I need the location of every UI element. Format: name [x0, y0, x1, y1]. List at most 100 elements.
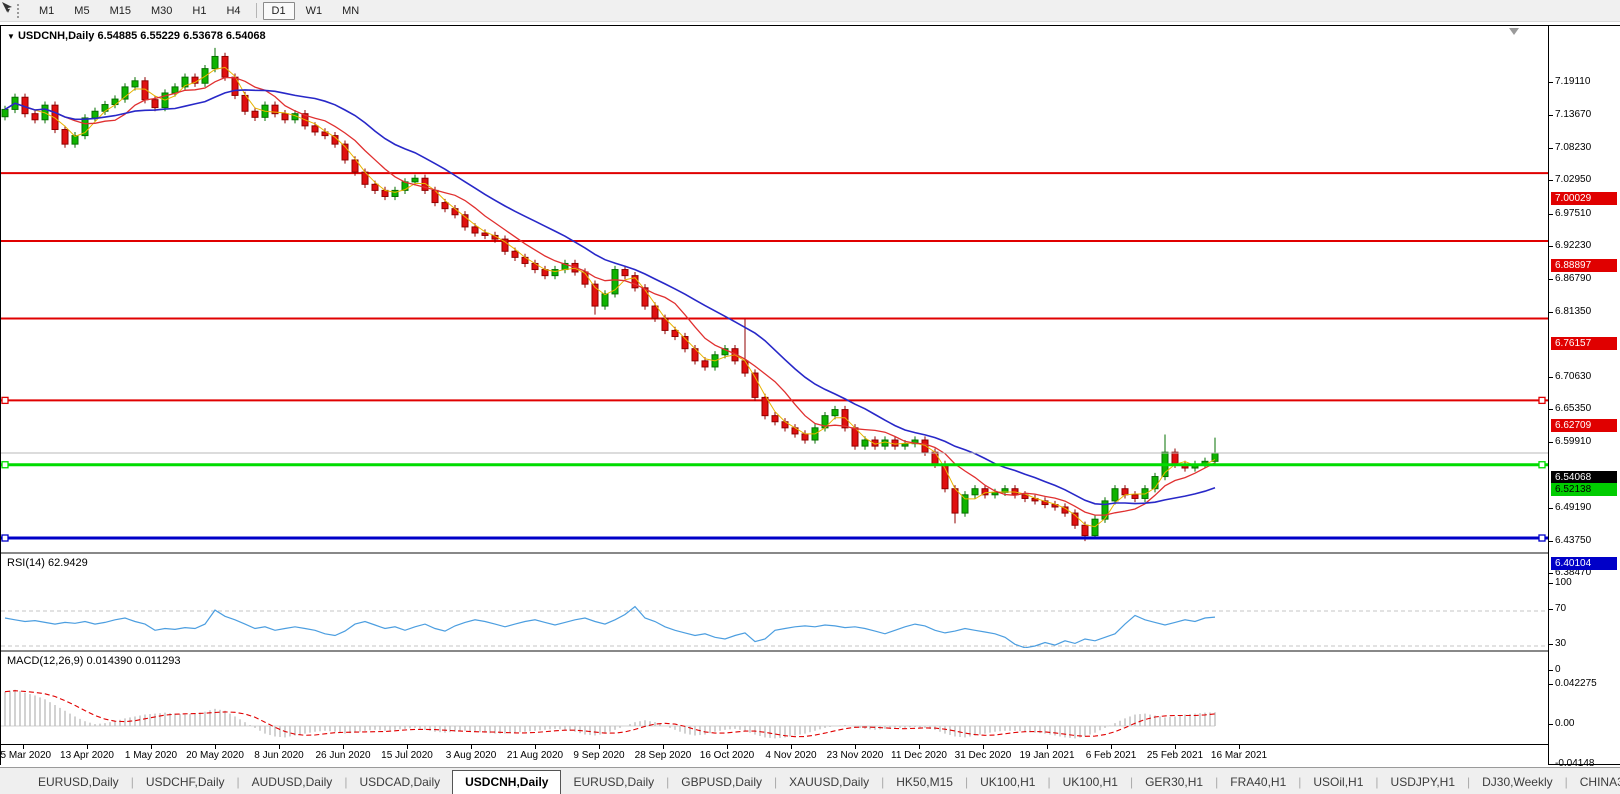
chart-tab-uk100-h1[interactable]: UK100,H1 [1051, 771, 1130, 794]
chart-tab-xauusd-daily[interactable]: XAUUSD,Daily [777, 771, 881, 794]
price-axis-label: 6.59910 [1555, 436, 1592, 448]
axis-tick [1549, 644, 1553, 645]
chart-ohlc-values: 6.54885 6.55229 6.53678 6.54068 [97, 30, 266, 42]
main-chart-panel[interactable]: ▼ USDCNH,Daily 6.54885 6.55229 6.53678 6… [1, 26, 1548, 550]
price-badge: 6.62709 [1551, 418, 1617, 432]
price-badge: 6.52138 [1551, 483, 1617, 497]
price-badge: 7.00029 [1551, 191, 1617, 205]
date-tick [151, 745, 152, 749]
chart-tab-usoil-h1[interactable]: USOil,H1 [1301, 771, 1375, 794]
date-tick [983, 745, 984, 749]
date-tick [727, 745, 728, 749]
date-tick [1239, 745, 1240, 749]
date-axis[interactable]: 25 Mar 2020 13 Apr 2020 1 May 2020 20 May 2… [0, 744, 1548, 765]
axis-tick [1549, 540, 1553, 542]
date-tick [663, 745, 664, 749]
toolbar-grip[interactable] [17, 3, 26, 18]
date-tick [471, 745, 472, 749]
date-label: 8 Jun 2020 [254, 750, 304, 761]
date-label: 20 May 2020 [186, 750, 244, 761]
timeframe-button-m15[interactable]: M15 [101, 2, 140, 20]
chart-tab-eurusd-daily[interactable]: EURUSD,Daily [561, 771, 666, 794]
rsi-axis-label: 0 [1555, 664, 1561, 676]
chart-tab-ger30-h1[interactable]: GER30,H1 [1133, 771, 1215, 794]
date-tick [1111, 745, 1112, 749]
date-tick [855, 745, 856, 749]
chart-tab-hk50-m15[interactable]: HK50,M15 [884, 771, 965, 794]
chart-tab-dj30-weekly[interactable]: DJ30,Weekly [1470, 771, 1564, 794]
price-axis-label: 7.02950 [1555, 174, 1592, 186]
timeframe-button-m1[interactable]: M1 [30, 2, 63, 20]
rsi-axis-label: 30 [1555, 638, 1567, 649]
timeframe-button-mn[interactable]: MN [333, 2, 368, 20]
chart-tab-china300-h1[interactable]: CHINA300,H1 [1568, 771, 1620, 794]
price-axis-label: 7.19110 [1555, 76, 1591, 87]
date-label: 11 Dec 2020 [891, 750, 947, 761]
cursor-tool-button[interactable]: ▾ [0, 2, 14, 15]
axis-tick [1549, 763, 1553, 765]
collapse-arrow-icon[interactable]: ▼ [7, 32, 15, 41]
chart-tab-bar: EURUSD,Daily | USDCHF,Daily | AUDUSD,Daily | U… [0, 767, 1620, 794]
price-axis[interactable]: 7.19110 7.13670 7.08230 7.02950 6.97510 6.922… [1548, 26, 1620, 769]
chart-tab-usdcnh-daily[interactable]: USDCNH,Daily [452, 770, 562, 794]
axis-tick [1549, 724, 1553, 725]
date-label: 26 Jun 2020 [315, 750, 371, 761]
macd-chart-canvas[interactable] [1, 652, 1548, 744]
axis-tick [1549, 245, 1553, 247]
timeframe-button-d1[interactable]: D1 [262, 1, 295, 20]
date-label: 9 Sep 2020 [573, 750, 625, 761]
axis-tick [1549, 609, 1553, 610]
toolbar-divider [255, 3, 257, 18]
date-label: 13 Apr 2020 [60, 750, 114, 761]
rsi-label: RSI(14) 62.9429 [7, 557, 88, 569]
rsi-panel[interactable]: RSI(14) 62.9429 [1, 552, 1548, 650]
price-axis-label: 6.70630 [1555, 371, 1592, 383]
date-label: 25 Mar 2020 [0, 750, 52, 761]
date-label: 6 Feb 2021 [1085, 750, 1137, 761]
rsi-axis-label: 100 [1555, 576, 1572, 588]
chart-tab-usdjpy-h1[interactable]: USDJPY,H1 [1379, 771, 1467, 794]
price-axis-label: 6.65350 [1555, 403, 1592, 415]
timeframe-button-m5[interactable]: M5 [65, 2, 98, 20]
chart-tab-audusd-daily[interactable]: AUDUSD,Daily [240, 771, 345, 794]
timeframe-button-h4[interactable]: H4 [217, 2, 249, 20]
axis-tick [1549, 377, 1553, 379]
price-axis-label: 6.92230 [1555, 239, 1592, 251]
date-label: 23 Nov 2020 [826, 750, 884, 761]
axis-tick [1549, 213, 1553, 215]
crosshair-tool-icon [2, 2, 12, 12]
timeframe-button-w1[interactable]: W1 [297, 2, 332, 20]
chart-tab-usdcad-daily[interactable]: USDCAD,Daily [347, 771, 452, 794]
timeframe-button-m30[interactable]: M30 [142, 2, 181, 20]
chart-tab-fra40-h1[interactable]: FRA40,H1 [1218, 771, 1298, 794]
date-label: 16 Oct 2020 [699, 750, 755, 761]
axis-tick [1549, 582, 1553, 584]
chart-tab-gbpusd-daily[interactable]: GBPUSD,Daily [669, 771, 774, 794]
chart-tab-eurusd-daily[interactable]: EURUSD,Daily [26, 771, 131, 794]
axis-tick [1549, 409, 1553, 411]
date-label: 25 Feb 2021 [1146, 750, 1204, 761]
axis-tick [1549, 442, 1553, 444]
date-tick [343, 745, 344, 749]
chart-tab-usdchf-daily[interactable]: USDCHF,Daily [134, 771, 237, 794]
date-tick [215, 745, 216, 749]
date-tick [599, 745, 600, 749]
axis-tick [1549, 507, 1553, 509]
axis-tick [1549, 180, 1553, 182]
price-axis-label: 6.86790 [1555, 272, 1592, 284]
chart-title: ▼ USDCNH,Daily 6.54885 6.55229 6.53678 6… [7, 30, 266, 42]
price-axis-label: 6.97510 [1555, 207, 1592, 219]
macd-panel[interactable]: MACD(12,26,9) 0.014390 0.011293 [1, 650, 1548, 746]
rsi-chart-canvas[interactable] [1, 554, 1548, 648]
axis-tick [1549, 572, 1553, 574]
price-axis-label: 6.49190 [1555, 501, 1592, 513]
candlestick-chart-canvas[interactable] [1, 26, 1548, 550]
axis-tick [1549, 115, 1553, 117]
chart-tab-uk100-h1[interactable]: UK100,H1 [968, 771, 1047, 794]
timeframe-toolbar: ▾ M1 M5 M15 M30 H1 H4 D1 W1 MN [0, 0, 1620, 22]
rsi-axis-label: 70 [1555, 603, 1567, 614]
axis-tick [1549, 670, 1553, 672]
date-tick [791, 745, 792, 749]
timeframe-button-h1[interactable]: H1 [183, 2, 215, 20]
axis-tick [1549, 683, 1553, 685]
